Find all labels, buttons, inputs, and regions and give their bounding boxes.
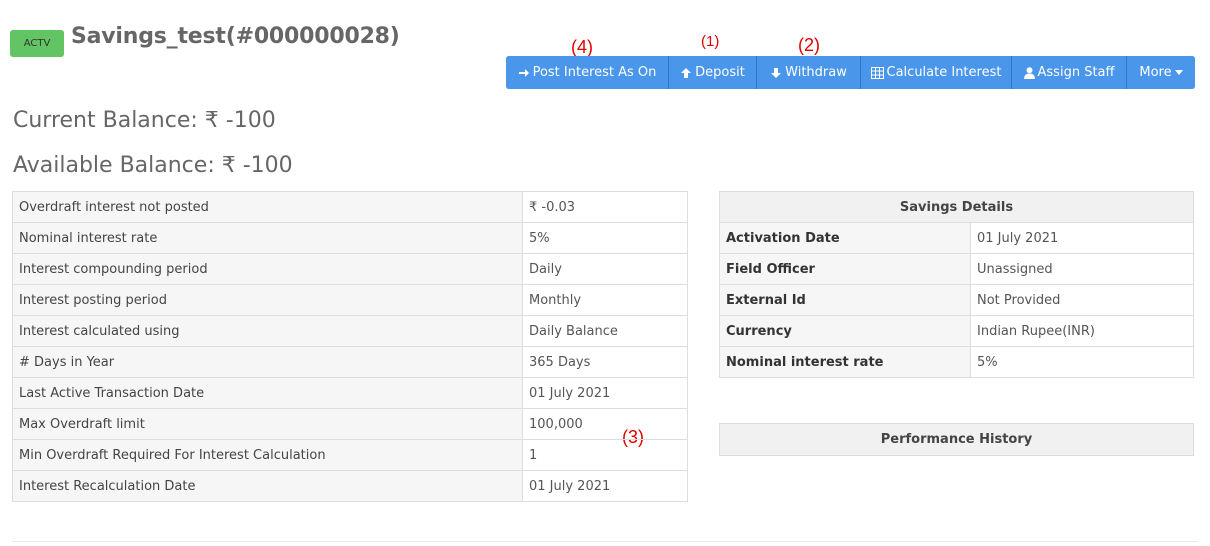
arrow-up-icon: [680, 67, 692, 79]
row-label: Field Officer: [719, 253, 971, 285]
table-row: Overdraft interest not posted ₹ -0.03: [12, 191, 688, 223]
row-label: Interest Recalculation Date: [12, 470, 523, 502]
row-label: # Days in Year: [12, 346, 523, 378]
more-label: More: [1139, 65, 1172, 80]
row-value: 100,000: [522, 408, 688, 440]
row-label: Nominal interest rate: [12, 222, 523, 254]
row-label: Min Overdraft Required For Interest Calc…: [12, 439, 523, 471]
table-row: Field Officer Unassigned: [719, 253, 1194, 285]
caret-down-icon: [1174, 70, 1183, 75]
row-value: 365 Days: [522, 346, 688, 378]
table-row: Nominal interest rate 5%: [719, 346, 1194, 378]
post-interest-label: Post Interest As On: [532, 65, 657, 80]
table-header-row: Savings Details: [719, 191, 1194, 223]
divider: [12, 541, 1198, 542]
row-value: Monthly: [522, 284, 688, 316]
row-value: 5%: [522, 222, 688, 254]
row-value: Unassigned: [970, 253, 1194, 285]
row-label: Max Overdraft limit: [12, 408, 523, 440]
post-interest-button[interactable]: Post Interest As On: [506, 56, 669, 89]
row-value: Indian Rupee(INR): [970, 315, 1194, 347]
row-label: Activation Date: [719, 222, 971, 254]
table-row: Min Overdraft Required For Interest Calc…: [12, 439, 688, 471]
row-value: Not Provided: [970, 284, 1194, 316]
row-label: External Id: [719, 284, 971, 316]
row-label: Interest compounding period: [12, 253, 523, 285]
row-value: 01 July 2021: [522, 377, 688, 409]
row-value: 01 July 2021: [522, 470, 688, 502]
current-balance: Current Balance: ₹ -100: [13, 108, 276, 133]
account-actions-toolbar: Post Interest As On Deposit Withdraw Cal…: [506, 56, 1195, 89]
table-row: Nominal interest rate 5%: [12, 222, 688, 254]
user-icon: [1023, 66, 1035, 79]
table-row: Last Active Transaction Date 01 July 2021: [12, 377, 688, 409]
assign-staff-label: Assign Staff: [1037, 65, 1115, 80]
arrow-down-icon: [770, 67, 782, 79]
withdraw-button[interactable]: Withdraw: [757, 56, 861, 89]
table-row: Activation Date 01 July 2021: [719, 222, 1194, 254]
savings-details-heading: Savings Details: [719, 191, 1194, 223]
row-value: Daily: [522, 253, 688, 285]
row-value: Daily Balance: [522, 315, 688, 347]
annotation-label: (1): [701, 33, 720, 50]
status-badge: ACTV: [10, 30, 64, 57]
calculate-interest-button[interactable]: Calculate Interest: [861, 56, 1012, 89]
withdraw-label: Withdraw: [785, 65, 847, 80]
account-summary-table: Overdraft interest not posted ₹ -0.03 Nom…: [12, 191, 688, 502]
row-label: Nominal interest rate: [719, 346, 971, 378]
performance-history-header[interactable]: Performance History: [719, 423, 1194, 456]
row-label: Overdraft interest not posted: [12, 191, 523, 223]
calculate-interest-label: Calculate Interest: [886, 65, 1002, 80]
table-row: Currency Indian Rupee(INR): [719, 315, 1194, 347]
table-row: Interest Recalculation Date 01 July 2021: [12, 470, 688, 502]
table-row: Interest compounding period Daily: [12, 253, 688, 285]
row-value: 5%: [970, 346, 1194, 378]
row-value: 01 July 2021: [970, 222, 1194, 254]
row-label: Last Active Transaction Date: [12, 377, 523, 409]
arrow-right-icon: [518, 67, 530, 79]
row-value: 1: [522, 439, 688, 471]
more-dropdown-button[interactable]: More: [1127, 56, 1195, 89]
calculator-icon: [870, 66, 884, 79]
deposit-button[interactable]: Deposit: [669, 56, 757, 89]
available-balance: Available Balance: ₹ -100: [13, 153, 293, 178]
annotation-label: (2): [798, 35, 820, 55]
table-row: External Id Not Provided: [719, 284, 1194, 316]
row-label: Currency: [719, 315, 971, 347]
assign-staff-button[interactable]: Assign Staff: [1012, 56, 1127, 89]
row-label: Interest posting period: [12, 284, 523, 316]
row-value: ₹ -0.03: [522, 191, 688, 223]
table-row: Interest calculated using Daily Balance: [12, 315, 688, 347]
annotation-label: (4): [571, 37, 593, 57]
table-row: Max Overdraft limit 100,000: [12, 408, 688, 440]
table-row: # Days in Year 365 Days: [12, 346, 688, 378]
row-label: Interest calculated using: [12, 315, 523, 347]
savings-details-table: Savings Details Activation Date 01 July 2…: [719, 191, 1194, 378]
deposit-label: Deposit: [695, 65, 745, 80]
table-row: Interest posting period Monthly: [12, 284, 688, 316]
page-title: Savings_test(#000000028): [71, 24, 400, 49]
